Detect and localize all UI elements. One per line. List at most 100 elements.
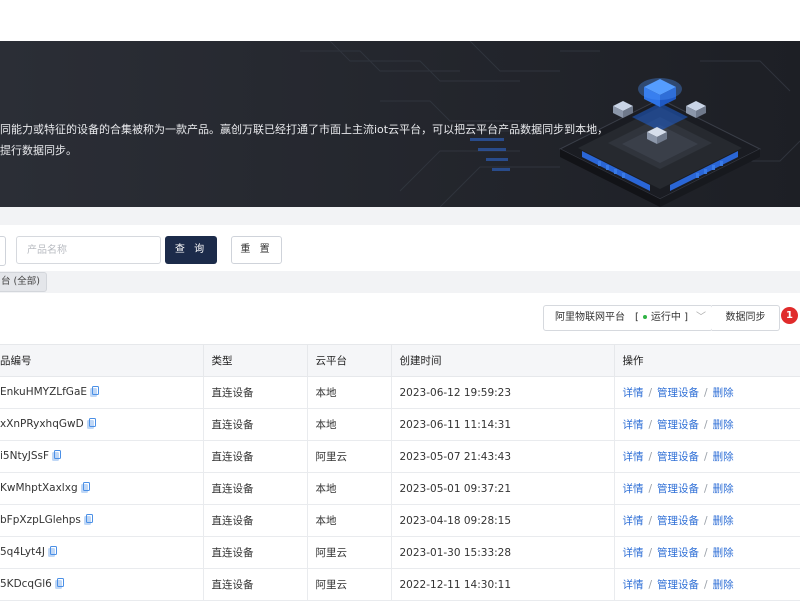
product-table: 品编号 类型 云平台 创建时间 操作 EnkuHMYZLfGaE 直连设备 本地 20…	[0, 344, 800, 601]
action-separator: /	[648, 419, 653, 431]
product-id-text: xXnPRyxhqGwD	[0, 417, 84, 430]
table-row: KwMhptXaxlxg 直连设备 本地 2023-05-01 09:37:21 详情 /…	[0, 472, 800, 505]
filter-tag-platform[interactable]: 台 (全部)	[0, 272, 47, 292]
cell-type: 直连设备	[202, 504, 308, 537]
platform-status-text: 运行中 ]	[650, 312, 688, 323]
cell-created-time: 2023-01-30 15:33:28	[390, 536, 615, 569]
cell-cloud-platform: 阿里云	[306, 440, 392, 473]
table-row: bFpXzpLGlehps 直连设备 本地 2023-04-18 09:28:15 详情…	[0, 504, 800, 537]
cell-cloud-platform: 本地	[306, 408, 392, 441]
reset-button[interactable]: 重 置	[231, 236, 282, 264]
delete-link[interactable]: 删除	[713, 387, 734, 399]
data-sync-button[interactable]: 数据同步	[712, 305, 780, 331]
cell-created-time: 2023-06-12 19:59:23	[390, 376, 615, 409]
cell-created-time: 2023-05-01 09:37:21	[390, 472, 615, 505]
manage-devices-link[interactable]: 管理设备	[657, 515, 699, 527]
delete-link[interactable]: 删除	[713, 579, 734, 591]
cell-type: 直连设备	[202, 472, 308, 505]
cell-cloud-platform: 阿里云	[306, 568, 392, 601]
manage-devices-link[interactable]: 管理设备	[657, 451, 699, 463]
delete-link[interactable]: 删除	[713, 515, 734, 527]
chevron-down-icon: ﹀	[696, 312, 706, 323]
action-separator: /	[648, 515, 653, 527]
copy-icon[interactable]	[86, 417, 96, 432]
action-separator: /	[704, 387, 708, 399]
search-form: 查 询 重 置	[0, 225, 800, 275]
product-name-input[interactable]	[16, 236, 161, 264]
action-separator: /	[648, 483, 653, 495]
cell-product-id: xXnPRyxhqGwD	[0, 408, 204, 441]
manage-devices-link[interactable]: 管理设备	[657, 387, 699, 399]
table-body: EnkuHMYZLfGaE 直连设备 本地 2023-06-12 19:59:23 详情…	[0, 376, 800, 601]
notification-badge: 1	[781, 307, 798, 324]
delete-link[interactable]: 删除	[713, 547, 734, 559]
product-id-text: bFpXzpLGlehps	[0, 513, 81, 526]
cell-actions: 详情 / 管理设备 / 删除	[613, 440, 800, 473]
copy-icon[interactable]	[90, 385, 100, 400]
cell-created-time: 2023-04-18 09:28:15	[390, 504, 615, 537]
copy-icon[interactable]	[80, 481, 90, 496]
product-id-text: i5NtyJSsF	[0, 449, 50, 462]
cell-product-id: 5KDcqGl6	[0, 568, 204, 601]
top-whitespace	[0, 0, 800, 41]
detail-link[interactable]: 详情	[623, 419, 644, 431]
action-separator: /	[648, 451, 653, 463]
platform-status-select[interactable]: 阿里物联网平台 [ 运行中 ] ﹀	[543, 305, 713, 331]
delete-link[interactable]: 删除	[713, 483, 734, 495]
copy-icon[interactable]	[48, 545, 58, 560]
query-button[interactable]: 查 询	[165, 236, 217, 264]
cell-type: 直连设备	[202, 376, 308, 409]
platform-status-open: [	[635, 312, 639, 323]
detail-link[interactable]: 详情	[623, 515, 644, 527]
action-separator: /	[704, 579, 708, 591]
table-row: 5KDcqGl6 直连设备 阿里云 2022-12-11 14:30:11 详情 / 管理设…	[0, 568, 800, 601]
header-actions: 操作	[613, 344, 800, 377]
cell-type: 直连设备	[202, 536, 308, 569]
table-row: 5q4Lyt4J 直连设备 阿里云 2023-01-30 15:33:28 详情 / 管理设…	[0, 536, 800, 569]
table-row: EnkuHMYZLfGaE 直连设备 本地 2023-06-12 19:59:23 详情…	[0, 376, 800, 409]
manage-devices-link[interactable]: 管理设备	[657, 579, 699, 591]
action-separator: /	[704, 419, 708, 431]
table-row: i5NtyJSsF 直连设备 阿里云 2023-05-07 21:43:43 详情 / 管理…	[0, 440, 800, 473]
copy-icon[interactable]	[83, 513, 93, 528]
cell-created-time: 2023-06-11 11:14:31	[390, 408, 615, 441]
manage-devices-link[interactable]: 管理设备	[657, 547, 699, 559]
detail-link[interactable]: 详情	[623, 547, 644, 559]
cell-cloud-platform: 本地	[306, 376, 392, 409]
action-separator: /	[704, 483, 708, 495]
detail-link[interactable]: 详情	[623, 579, 644, 591]
header-type: 类型	[202, 344, 308, 377]
platform-name: 阿里物联网平台	[555, 312, 625, 323]
cell-cloud-platform: 本地	[306, 472, 392, 505]
detail-link[interactable]: 详情	[623, 451, 644, 463]
section-gap	[0, 207, 800, 225]
action-separator: /	[648, 547, 653, 559]
cell-product-id: EnkuHMYZLfGaE	[0, 376, 204, 409]
product-id-text: 5q4Lyt4J	[0, 545, 46, 558]
action-separator: /	[704, 547, 708, 559]
status-dot-icon	[642, 315, 647, 319]
header-cloud-platform: 云平台	[306, 344, 392, 377]
table-row: xXnPRyxhqGwD 直连设备 本地 2023-06-11 11:14:31 详情 /…	[0, 408, 800, 441]
platform-filter-select[interactable]	[0, 236, 6, 266]
delete-link[interactable]: 删除	[713, 451, 734, 463]
banner-line-1: 同能力或特征的设备的合集被称为一款产品。赢创万联已经打通了市面上主流iot云平台…	[0, 123, 609, 136]
copy-icon[interactable]	[52, 449, 62, 464]
header-product-id: 品编号	[0, 344, 204, 377]
cell-type: 直连设备	[202, 568, 308, 601]
cell-product-id: 5q4Lyt4J	[0, 536, 204, 569]
product-banner: 同能力或特征的设备的合集被称为一款产品。赢创万联已经打通了市面上主流iot云平台…	[0, 41, 800, 207]
delete-link[interactable]: 删除	[713, 419, 734, 431]
platform-status: [ 运行中 ]	[635, 306, 688, 330]
copy-icon[interactable]	[54, 577, 64, 592]
manage-devices-link[interactable]: 管理设备	[657, 483, 699, 495]
table-toolbar: 阿里物联网平台 [ 运行中 ] ﹀ 数据同步 1	[0, 293, 800, 343]
cell-actions: 详情 / 管理设备 / 删除	[613, 568, 800, 601]
cell-actions: 详情 / 管理设备 / 删除	[613, 408, 800, 441]
cell-cloud-platform: 阿里云	[306, 536, 392, 569]
detail-link[interactable]: 详情	[623, 387, 644, 399]
action-separator: /	[648, 579, 653, 591]
cell-actions: 详情 / 管理设备 / 删除	[613, 504, 800, 537]
detail-link[interactable]: 详情	[623, 483, 644, 495]
manage-devices-link[interactable]: 管理设备	[657, 419, 699, 431]
